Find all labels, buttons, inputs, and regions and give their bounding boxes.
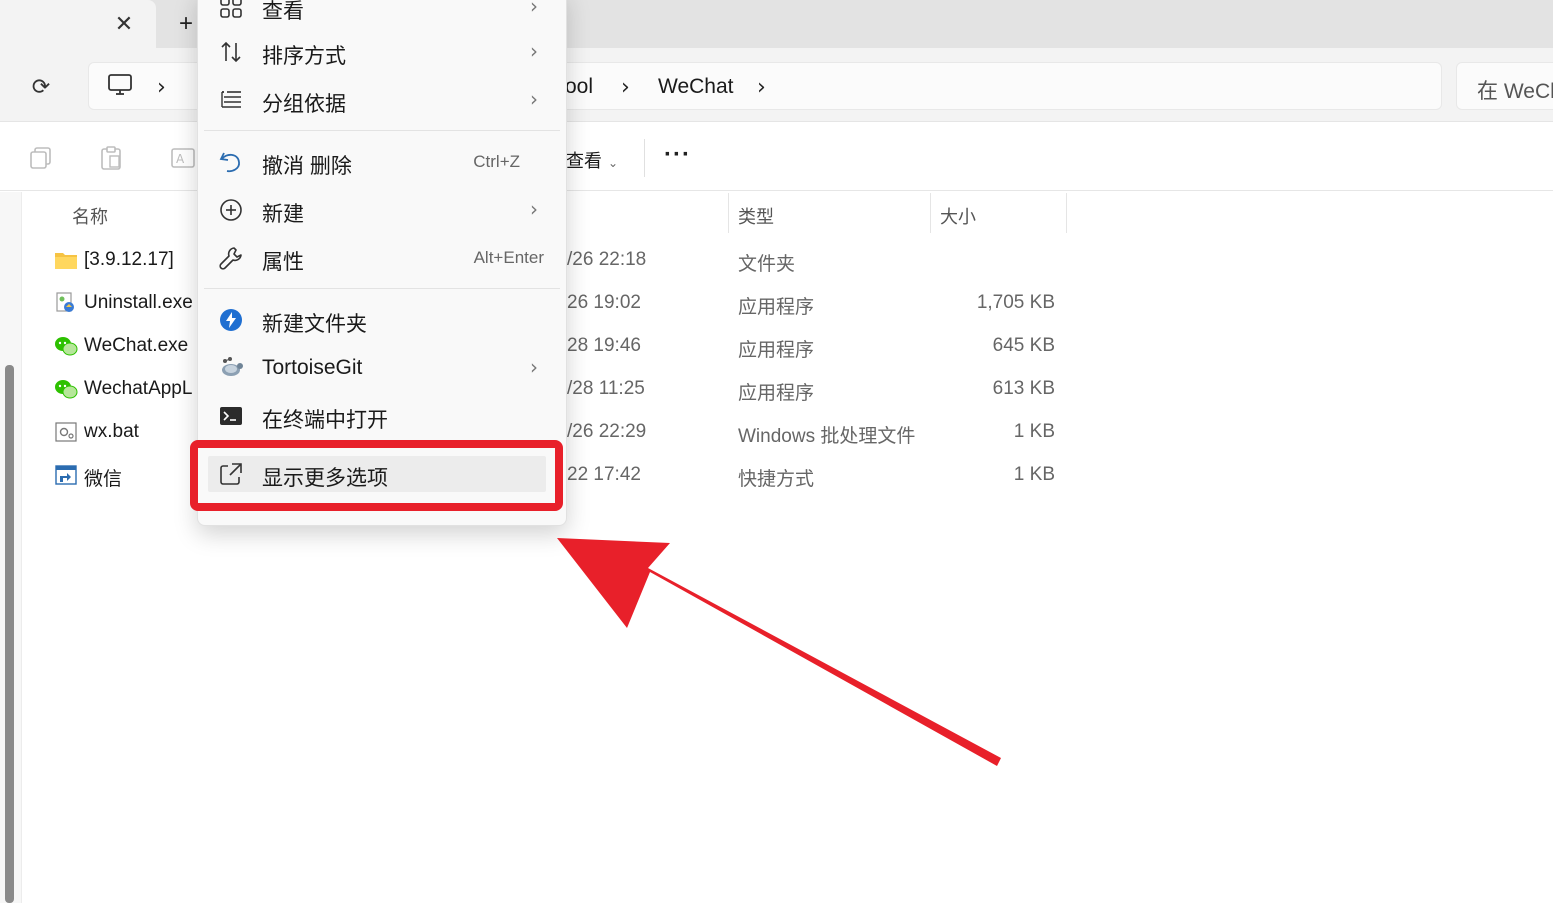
file-size: 645 KB [992, 335, 1055, 356]
sort-icon [221, 41, 241, 63]
menu-item-label: 撤消 删除 [262, 155, 352, 178]
new-tab-button[interactable]: + [172, 10, 200, 38]
command-separator [644, 139, 645, 177]
file-date: /28 11:25 [567, 378, 645, 399]
column-divider[interactable] [728, 193, 729, 233]
folder-icon [55, 253, 77, 269]
file-type: 应用程序 [738, 340, 815, 361]
menu-item-label: TortoiseGit [262, 356, 363, 379]
active-tab[interactable]: ✕ [0, 0, 156, 48]
file-name: WechatAppL [84, 378, 193, 399]
menu-separator [204, 288, 560, 289]
file-type: 文件夹 [738, 254, 796, 275]
file-date: /26 22:18 [567, 249, 647, 270]
batch-file-icon [55, 422, 77, 442]
menu-item-shortcut: Alt+Enter [473, 248, 544, 267]
view-button[interactable]: 查看 ⌄ [566, 147, 618, 173]
menu-item-group-by[interactable]: 分组依据 › [204, 78, 560, 122]
undo-icon [219, 152, 240, 173]
file-size: 1 KB [1013, 464, 1055, 485]
annotation-highlight-box [190, 440, 563, 511]
new-plus-icon [220, 199, 242, 221]
file-date: /26 22:29 [567, 421, 647, 442]
file-type: 应用程序 [738, 297, 815, 318]
tab-close-button[interactable]: ✕ [110, 10, 138, 38]
rename-icon[interactable]: A [170, 145, 196, 171]
file-type: Windows 批处理文件 [738, 426, 916, 447]
view-button-label: 查看 [566, 151, 602, 171]
submenu-chevron-icon: › [530, 197, 538, 221]
svg-text:A: A [176, 152, 185, 166]
grid-view-icon [220, 0, 242, 18]
file-date: 26 19:02 [567, 292, 641, 313]
menu-item-label: 新建 [262, 203, 304, 226]
menu-item-sort-by[interactable]: 排序方式 › [204, 30, 560, 74]
chevron-down-icon: ⌄ [608, 156, 619, 170]
menu-separator [204, 130, 560, 131]
file-name: WeChat.exe [84, 335, 189, 356]
menu-item-shortcut: Ctrl+Z [473, 152, 520, 171]
submenu-chevron-icon: › [530, 0, 538, 18]
menu-item-properties[interactable]: 属性 Alt+Enter [204, 236, 560, 280]
paste-icon[interactable] [98, 145, 124, 171]
group-by-icon [221, 91, 241, 108]
file-type: 快捷方式 [738, 469, 815, 490]
breadcrumb-chevron-icon[interactable]: › [621, 75, 630, 100]
menu-item-open-in-terminal[interactable]: 在终端中打开 [204, 394, 560, 438]
file-date: 28 19:46 [567, 335, 641, 356]
menu-item-label: 属性 [262, 251, 304, 274]
column-header-size[interactable]: 大小 [940, 203, 976, 229]
file-name: wx.bat [84, 421, 139, 442]
menu-item-label: 在终端中打开 [262, 409, 388, 432]
terminal-icon [220, 407, 242, 425]
file-size: 1 KB [1013, 421, 1055, 442]
column-divider[interactable] [1066, 193, 1067, 233]
breadcrumb-segment[interactable]: ool [565, 75, 593, 99]
wechat-icon [55, 380, 78, 399]
scrollbar-thumb[interactable] [5, 365, 14, 903]
submenu-chevron-icon: › [530, 87, 538, 111]
menu-item-label: 分组依据 [262, 93, 346, 116]
more-options-button[interactable]: ··· [664, 141, 691, 169]
file-name: Uninstall.exe [84, 292, 193, 313]
menu-item-tortoisegit[interactable]: TortoiseGit › [204, 346, 560, 390]
submenu-chevron-icon: › [530, 39, 538, 63]
menu-item-label: 新建文件夹 [262, 313, 367, 336]
search-input[interactable]: 在 WeCh [1456, 62, 1553, 110]
copy-icon[interactable] [28, 145, 54, 171]
menu-item-label: 排序方式 [262, 45, 346, 68]
file-name: [3.9.12.17] [84, 249, 174, 270]
menu-item-view[interactable]: 查看 › [204, 0, 560, 29]
file-size: 1,705 KB [976, 292, 1055, 313]
tortoisegit-icon [222, 357, 243, 376]
wrench-icon [219, 247, 242, 270]
menu-item-undo-delete[interactable]: 撤消 删除 Ctrl+Z [204, 140, 560, 184]
column-header-type[interactable]: 类型 [738, 203, 774, 229]
file-size: 613 KB [992, 378, 1055, 399]
wechat-icon [55, 337, 78, 356]
refresh-icon[interactable]: ⟳ [22, 68, 60, 106]
menu-item-new[interactable]: 新建 › [204, 188, 560, 232]
menu-item-new-folder[interactable]: 新建文件夹 [204, 298, 560, 342]
breadcrumb-chevron-icon[interactable]: › [157, 75, 166, 100]
breadcrumb-segment-wechat[interactable]: WeChat [658, 75, 733, 99]
file-name: 微信 [84, 469, 123, 490]
uninstaller-icon [56, 292, 74, 312]
column-divider[interactable] [930, 193, 931, 233]
computer-icon[interactable] [107, 73, 133, 97]
file-date: 22 17:42 [567, 464, 641, 485]
file-type: 应用程序 [738, 383, 815, 404]
submenu-chevron-icon: › [530, 355, 538, 379]
breadcrumb-chevron-icon[interactable]: › [757, 75, 766, 100]
column-header-name[interactable]: 名称 [72, 203, 108, 229]
menu-item-label: 查看 [262, 0, 304, 23]
new-folder-app-icon [220, 309, 242, 331]
shortcut-icon [55, 465, 77, 485]
